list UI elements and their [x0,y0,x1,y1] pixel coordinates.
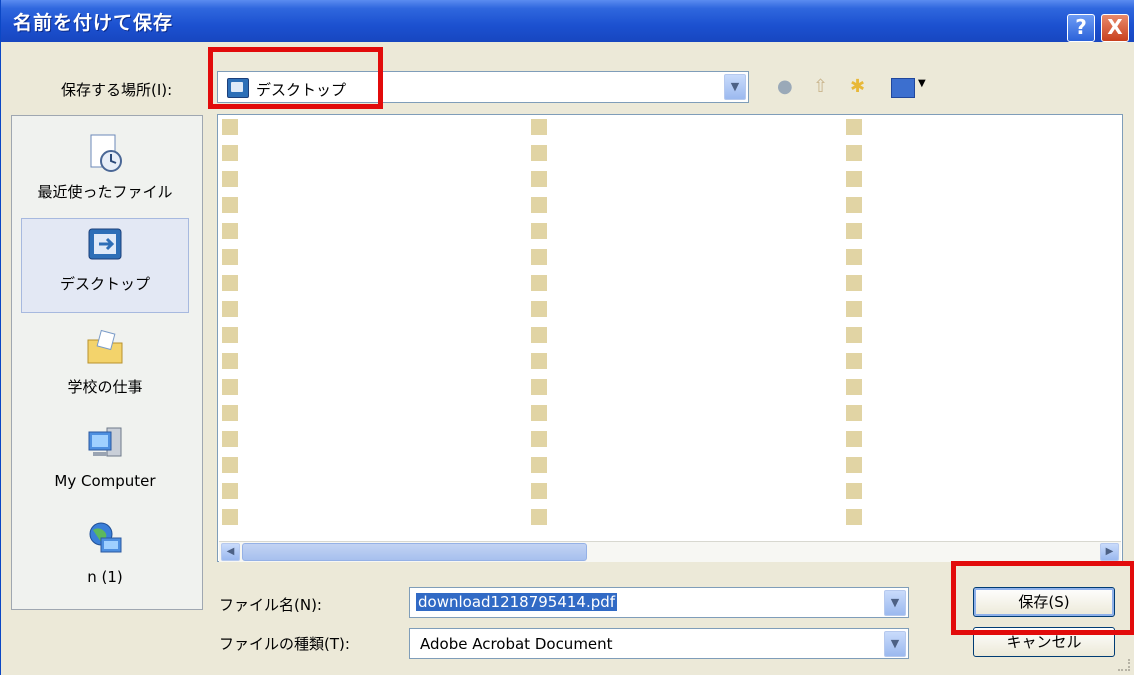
filetype-value: Adobe Acrobat Document [420,635,613,653]
save-in-label: 保存する場所(I): [61,81,173,99]
place-label: My Computer [54,472,156,490]
views-chevron-icon[interactable]: ▼ [918,78,926,89]
recent-files-icon [90,134,122,172]
network-icon [89,522,122,553]
my-computer-icon [88,427,122,457]
scroll-thumb[interactable] [242,543,587,561]
chevron-down-icon[interactable]: ▼ [884,631,906,657]
save-as-dialog: 名前を付けて保存 ? X 保存する場所(I): デスクトップ ▼ ● ⇧ ✱ ▼… [0,0,1134,675]
file-column [531,119,801,549]
filetype-dropdown[interactable]: Adobe Acrobat Document ▼ [409,628,909,659]
place-my-computer[interactable]: My Computer [21,424,189,490]
highlight-box-save-button [951,561,1134,635]
place-desktop[interactable]: デスクトップ [21,218,189,313]
filename-input[interactable]: download1218795414.pdf ▼ [409,587,909,618]
new-folder-icon[interactable]: ✱ [850,76,865,97]
filename-label: ファイル名(N): [219,596,322,614]
resize-grip[interactable] [1118,659,1130,671]
place-label: デスクトップ [59,275,150,293]
file-list[interactable] [217,114,1123,562]
chevron-down-icon[interactable]: ▼ [884,590,906,616]
file-column [222,119,492,549]
title-bar[interactable]: 名前を付けて保存 ? X [1,0,1134,42]
back-icon[interactable]: ● [777,76,793,97]
filetype-label: ファイルの種類(T): [219,635,350,653]
scroll-right-icon[interactable]: ▶ [1100,543,1119,561]
chevron-down-icon[interactable]: ▼ [724,74,746,100]
place-network[interactable]: n (1) [21,520,189,586]
highlight-box-save-in [208,47,383,109]
close-button[interactable]: X [1101,14,1129,42]
place-recent-files[interactable]: 最近使ったファイル [21,133,189,202]
place-school-work[interactable]: 学校の仕事 [21,328,189,397]
dialog-title: 名前を付けて保存 [13,12,174,34]
help-button[interactable]: ? [1067,14,1095,42]
documents-folder-icon [87,329,123,364]
views-menu-icon[interactable] [891,78,915,98]
file-column [846,119,1116,549]
up-folder-icon[interactable]: ⇧ [813,76,828,97]
desktop-icon [88,228,122,260]
place-label: n (1) [87,568,123,586]
place-label: 最近使ったファイル [37,183,173,201]
scroll-left-icon[interactable]: ◀ [221,543,240,561]
horizontal-scrollbar[interactable]: ◀ ▶ [219,541,1121,562]
filename-value[interactable]: download1218795414.pdf [416,593,618,611]
place-label: 学校の仕事 [67,378,143,396]
